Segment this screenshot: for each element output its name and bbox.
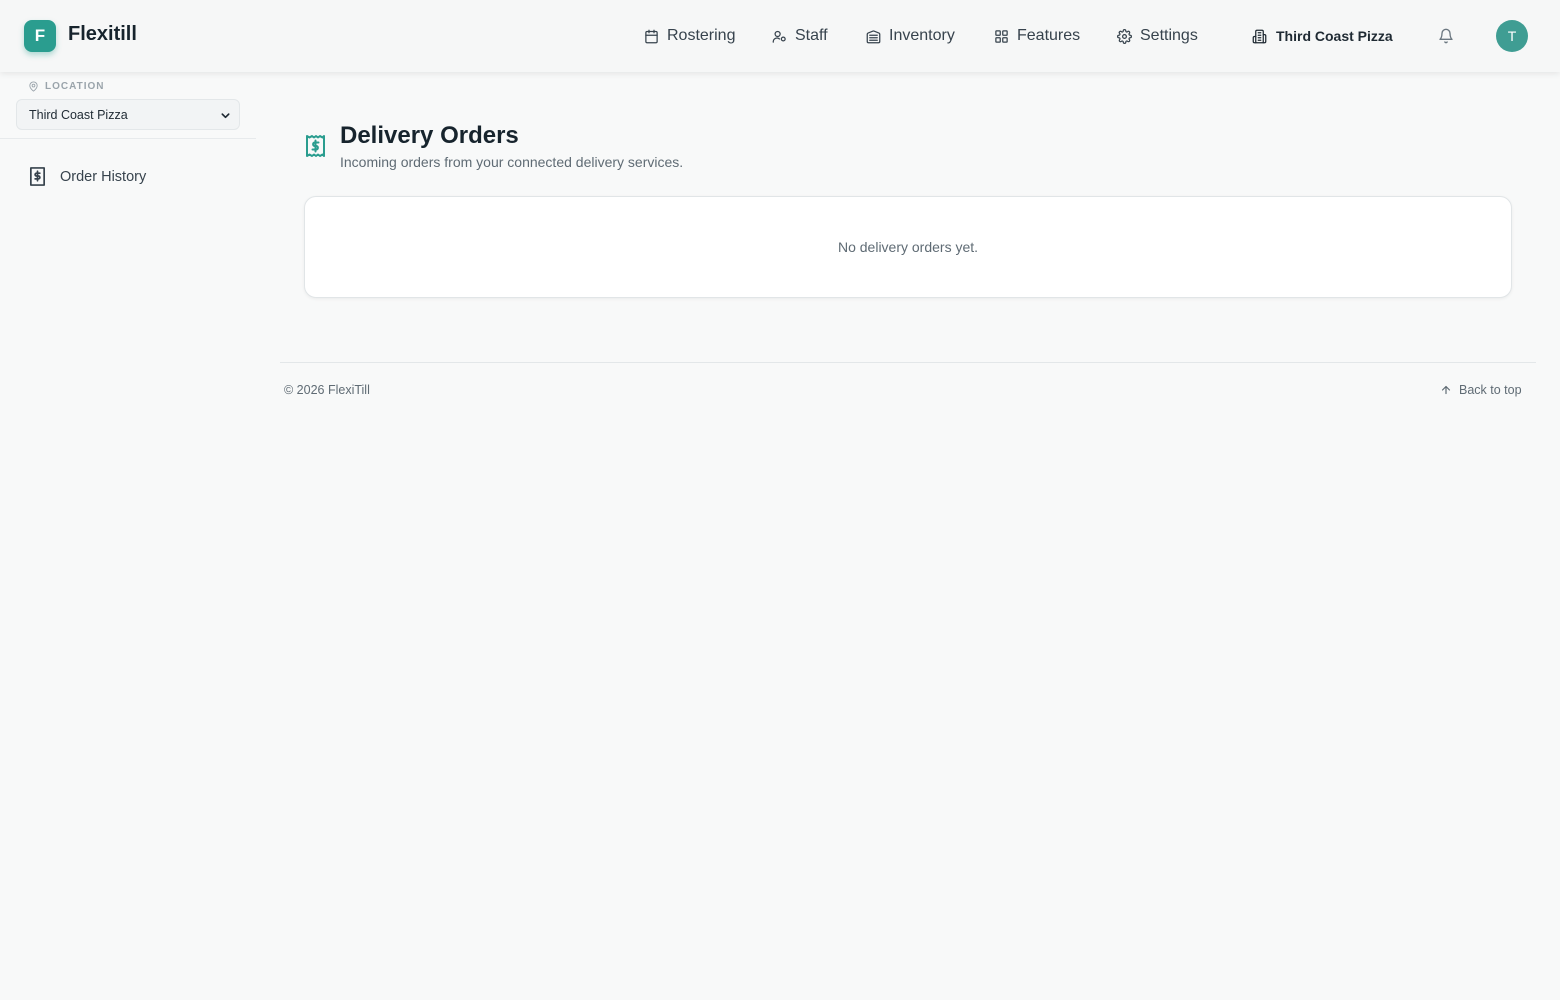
nav-staff[interactable]: Staff xyxy=(772,24,828,48)
orders-card: No delivery orders yet. xyxy=(304,196,1512,298)
location-switcher[interactable]: Third Coast Pizza xyxy=(1252,25,1393,47)
logo-badge[interactable]: F xyxy=(24,20,56,52)
nav-features-label: Features xyxy=(1017,27,1081,44)
location-switcher-label: Third Coast Pizza xyxy=(1276,28,1393,44)
nav-inventory[interactable]: Inventory xyxy=(866,24,955,48)
location-label: LOCATION xyxy=(28,81,104,92)
location-label-text: LOCATION xyxy=(45,81,105,92)
receipt-icon xyxy=(29,167,46,186)
nav-rostering[interactable]: Rostering xyxy=(644,24,735,48)
nav-settings-label: Settings xyxy=(1140,27,1198,44)
page-subtitle: Incoming orders from your connected deli… xyxy=(340,154,684,170)
top-navigation-bar: F Flexitill Rostering Staff Inventory Fe… xyxy=(0,0,1560,72)
location-select[interactable]: Third Coast Pizza xyxy=(16,99,240,130)
warehouse-icon xyxy=(866,29,881,43)
building-icon xyxy=(1252,29,1267,43)
arrow-up-icon xyxy=(1441,385,1451,395)
map-pin-icon xyxy=(29,81,38,92)
grid-icon xyxy=(995,29,1008,43)
nav-inventory-label: Inventory xyxy=(889,27,955,44)
nav-staff-label: Staff xyxy=(795,27,828,44)
footer-divider xyxy=(280,362,1536,363)
sidebar-item-order-history[interactable]: Order History xyxy=(28,166,146,187)
location-select-value: Third Coast Pizza xyxy=(29,107,128,122)
bell-icon[interactable] xyxy=(1438,28,1454,44)
chevron-down-icon xyxy=(221,113,230,119)
empty-state-message: No delivery orders yet. xyxy=(837,239,979,255)
nav-rostering-label: Rostering xyxy=(667,27,736,44)
sidebar-item-label: Order History xyxy=(60,168,147,185)
avatar[interactable]: T xyxy=(1496,20,1528,52)
back-to-top-label: Back to top xyxy=(1459,383,1522,397)
user-icon xyxy=(772,30,786,43)
sidebar-divider xyxy=(0,138,256,139)
nav-settings[interactable]: Settings xyxy=(1117,24,1198,48)
receipt-icon xyxy=(306,135,325,157)
copyright-text: © 2026 FlexiTill xyxy=(284,383,370,397)
page-title: Delivery Orders xyxy=(340,122,519,149)
calendar-icon xyxy=(645,29,658,43)
back-to-top-link[interactable]: Back to top xyxy=(1440,383,1522,397)
nav-features[interactable]: Features xyxy=(994,24,1080,48)
gear-icon xyxy=(1117,28,1132,44)
app-name[interactable]: Flexitill xyxy=(68,23,137,46)
